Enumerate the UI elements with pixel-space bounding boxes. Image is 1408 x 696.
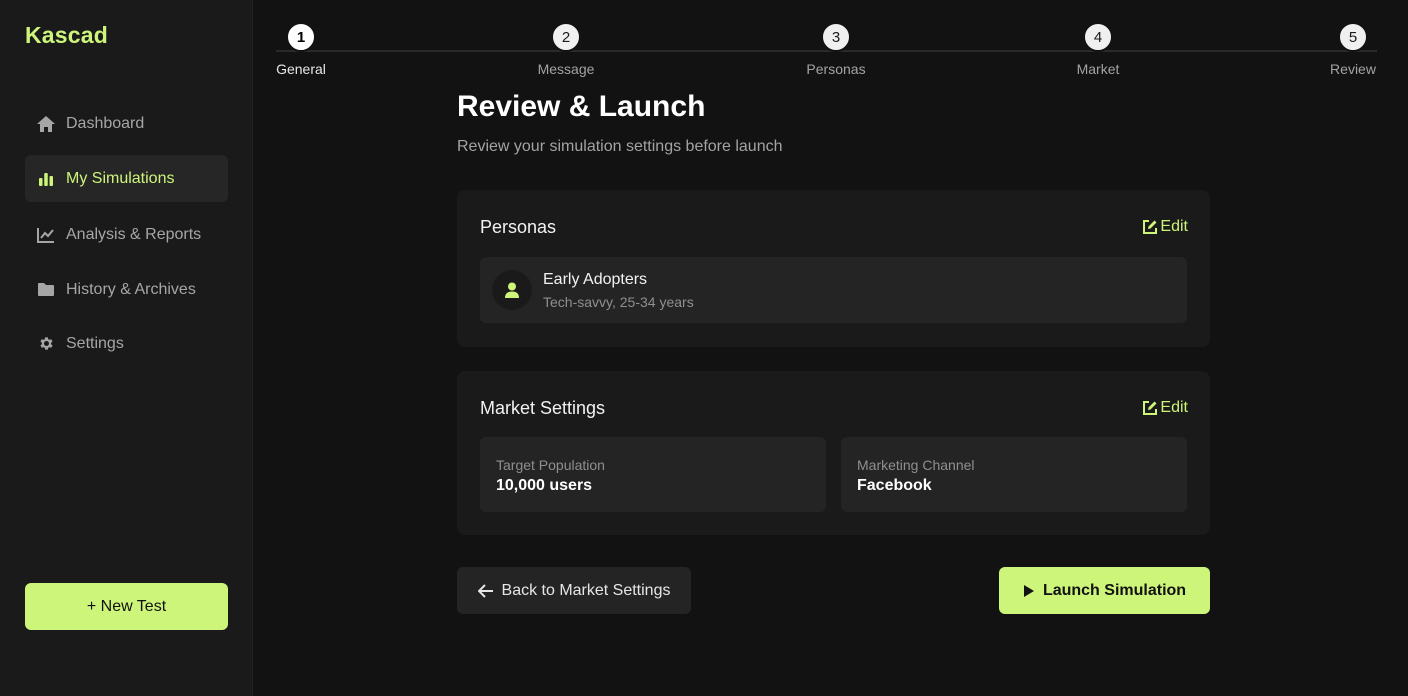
step-label: Review <box>1330 61 1376 77</box>
stat-label: Target Population <box>496 457 605 473</box>
folder-icon <box>36 280 56 300</box>
target-population-stat: Target Population 10,000 users <box>480 437 826 512</box>
stat-label: Marketing Channel <box>857 457 975 473</box>
sidebar-item-label: Dashboard <box>66 114 145 132</box>
stepper: 1 General 2 Message 3 Personas 4 Market … <box>276 22 1377 82</box>
page-subtitle: Review your simulation settings before l… <box>457 138 783 155</box>
launch-simulation-button[interactable]: Launch Simulation <box>999 567 1210 614</box>
step-number: 3 <box>821 22 851 52</box>
bar-chart-icon <box>36 169 56 189</box>
card-title: Personas <box>480 217 557 237</box>
market-settings-card: Market Settings Edit Target Population 1… <box>457 371 1210 535</box>
step-number: 5 <box>1338 22 1368 52</box>
marketing-channel-stat: Marketing Channel Facebook <box>841 437 1187 512</box>
sidebar-item-my-simulations[interactable]: My Simulations <box>25 155 228 202</box>
user-icon <box>505 282 519 298</box>
step-label: Personas <box>806 61 866 77</box>
edit-label: Edit <box>1160 218 1188 235</box>
sidebar-item-label: Settings <box>66 334 124 352</box>
persona-description: Tech-savvy, 25-34 years <box>543 294 694 310</box>
step-general[interactable]: 1 General <box>276 22 326 77</box>
edit-label: Edit <box>1160 399 1188 416</box>
app-logo[interactable]: Kascad <box>25 22 108 49</box>
step-personas[interactable]: 3 Personas <box>804 22 868 77</box>
sidebar-item-label: History & Archives <box>66 280 196 298</box>
new-test-button[interactable]: + New Test <box>25 583 228 630</box>
play-icon <box>1023 584 1034 597</box>
step-number: 1 <box>286 22 316 52</box>
personas-card: Personas Edit Early Adopters Tech-savvy,… <box>457 190 1210 347</box>
step-market[interactable]: 4 Market <box>1073 22 1123 77</box>
avatar <box>492 270 532 310</box>
edit-market-link[interactable]: Edit <box>1142 399 1188 417</box>
home-icon <box>36 114 56 134</box>
edit-icon <box>1143 401 1158 415</box>
step-message[interactable]: 2 Message <box>536 22 596 77</box>
step-label: Market <box>1076 61 1120 77</box>
stat-value: 10,000 users <box>496 477 593 494</box>
step-number: 2 <box>551 22 581 52</box>
arrow-left-icon <box>477 583 493 598</box>
page-title: Review & Launch <box>457 90 706 123</box>
persona-item: Early Adopters Tech-savvy, 25-34 years <box>480 257 1187 323</box>
step-label: General <box>276 61 326 77</box>
step-number: 4 <box>1083 22 1113 52</box>
step-label: Message <box>537 61 595 77</box>
sidebar-item-analysis-reports[interactable]: Analysis & Reports <box>25 211 228 258</box>
edit-personas-link[interactable]: Edit <box>1142 218 1188 236</box>
persona-name: Early Adopters <box>543 271 648 288</box>
back-button-label: Back to Market Settings <box>501 581 671 599</box>
sidebar-item-dashboard[interactable]: Dashboard <box>25 100 228 147</box>
launch-button-label: Launch Simulation <box>1042 581 1187 599</box>
sidebar-item-label: My Simulations <box>66 169 175 187</box>
app-root: Kascad Dashboard My Simulations Analysis… <box>0 0 1408 696</box>
card-title: Market Settings <box>480 398 606 418</box>
line-chart-icon <box>36 225 56 245</box>
sidebar-item-history-archives[interactable]: History & Archives <box>25 266 228 313</box>
sidebar: Kascad Dashboard My Simulations Analysis… <box>0 0 253 696</box>
step-review[interactable]: 5 Review <box>1329 22 1377 77</box>
edit-icon <box>1143 220 1158 234</box>
sidebar-item-settings[interactable]: Settings <box>25 320 228 367</box>
gear-icon <box>36 334 56 354</box>
stat-value: Facebook <box>857 477 932 494</box>
back-to-market-settings-button[interactable]: Back to Market Settings <box>457 567 691 614</box>
sidebar-item-label: Analysis & Reports <box>66 225 202 243</box>
